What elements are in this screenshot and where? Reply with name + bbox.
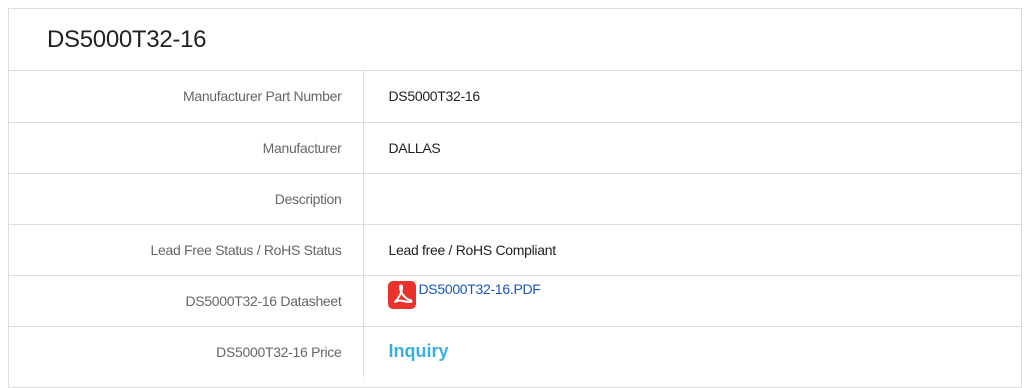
datasheet-label: DS5000T32-16 Datasheet: [9, 275, 364, 327]
mfr-part-number-value: DS5000T32-16: [363, 71, 1021, 123]
product-title: DS5000T32-16: [9, 9, 1021, 71]
table-row: DS5000T32-16 Price Inquiry: [9, 326, 1021, 377]
table-row: Description: [9, 173, 1021, 225]
manufacturer-value: DALLAS: [363, 122, 1021, 174]
table-row: Lead Free Status / RoHS Status Lead free…: [9, 224, 1021, 276]
price-cell: Inquiry: [363, 326, 1021, 377]
datasheet-cell: DS5000T32-16.PDF: [363, 275, 1021, 327]
price-label: DS5000T32-16 Price: [9, 326, 364, 377]
datasheet-link-text: DS5000T32-16.PDF: [418, 281, 541, 297]
table-row: DS5000T32-16 Datasheet DS5000T32-16.PDF: [9, 275, 1021, 327]
description-value: [363, 173, 1021, 225]
table-row: Manufacturer Part Number DS5000T32-16: [9, 71, 1021, 123]
specs-table: Manufacturer Part Number DS5000T32-16 Ma…: [9, 71, 1021, 377]
product-info-panel: DS5000T32-16 Manufacturer Part Number DS…: [8, 8, 1022, 388]
mfr-part-number-label: Manufacturer Part Number: [9, 71, 364, 123]
rohs-status-label: Lead Free Status / RoHS Status: [9, 224, 364, 276]
inquiry-link[interactable]: Inquiry: [389, 341, 449, 361]
rohs-status-value: Lead free / RoHS Compliant: [363, 224, 1021, 276]
manufacturer-label: Manufacturer: [9, 122, 364, 174]
description-label: Description: [9, 173, 364, 225]
datasheet-link[interactable]: DS5000T32-16.PDF: [387, 280, 541, 310]
table-row: Manufacturer DALLAS: [9, 122, 1021, 174]
pdf-icon: [387, 281, 416, 309]
